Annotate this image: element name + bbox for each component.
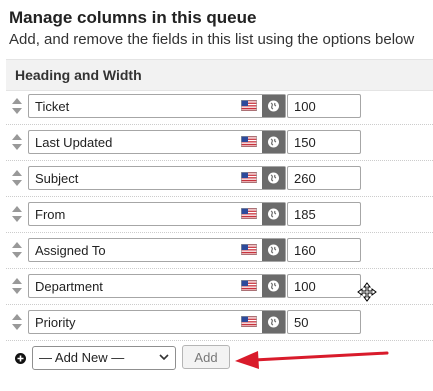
language-toggle[interactable] xyxy=(262,95,285,117)
column-width-input[interactable] xyxy=(287,274,361,298)
column-width-input[interactable] xyxy=(287,202,361,226)
language-toggle[interactable] xyxy=(262,275,285,297)
column-row-assigned-to xyxy=(6,233,433,269)
page-subtitle: Add, and remove the fields in this list … xyxy=(9,31,415,48)
globe-icon xyxy=(268,100,279,112)
column-name-input[interactable] xyxy=(29,203,235,225)
column-name-field[interactable] xyxy=(28,274,286,298)
column-width-input[interactable] xyxy=(287,310,361,334)
column-name-input[interactable] xyxy=(29,131,235,153)
column-width-input[interactable] xyxy=(287,94,361,118)
section-header: Heading and Width xyxy=(6,59,433,91)
red-arrow-icon xyxy=(235,351,389,369)
language-toggle[interactable] xyxy=(262,167,285,189)
us-flag-icon[interactable] xyxy=(241,100,257,111)
drag-handle-icon[interactable] xyxy=(12,98,22,114)
us-flag-icon[interactable] xyxy=(241,316,257,327)
add-new-select-value: — Add New — xyxy=(39,350,125,365)
column-name-field[interactable] xyxy=(28,238,286,262)
globe-icon xyxy=(268,208,279,220)
chevron-down-icon xyxy=(159,354,169,360)
plus-circle-icon[interactable] xyxy=(15,353,26,364)
column-row-last-updated xyxy=(6,125,433,161)
column-name-input[interactable] xyxy=(29,275,235,297)
column-row-subject xyxy=(6,161,433,197)
column-row-from xyxy=(6,197,433,233)
page-title: Manage columns in this queue xyxy=(9,8,257,27)
column-list xyxy=(6,89,433,341)
column-name-input[interactable] xyxy=(29,311,235,333)
globe-icon xyxy=(268,280,279,292)
drag-handle-icon[interactable] xyxy=(12,170,22,186)
column-width-input[interactable] xyxy=(287,130,361,154)
column-name-input[interactable] xyxy=(29,239,235,261)
column-name-field[interactable] xyxy=(28,202,286,226)
language-toggle[interactable] xyxy=(262,131,285,153)
us-flag-icon[interactable] xyxy=(241,208,257,219)
us-flag-icon[interactable] xyxy=(241,244,257,255)
language-toggle[interactable] xyxy=(262,239,285,261)
us-flag-icon[interactable] xyxy=(241,136,257,147)
column-name-field[interactable] xyxy=(28,94,286,118)
drag-handle-icon[interactable] xyxy=(12,278,22,294)
column-name-input[interactable] xyxy=(29,95,235,117)
globe-icon xyxy=(268,244,279,256)
drag-handle-icon[interactable] xyxy=(12,134,22,150)
column-width-input[interactable] xyxy=(287,238,361,262)
add-new-select[interactable]: — Add New — xyxy=(32,346,176,370)
column-name-field[interactable] xyxy=(28,130,286,154)
column-name-field[interactable] xyxy=(28,166,286,190)
section-title: Heading and Width xyxy=(15,67,142,83)
language-toggle[interactable] xyxy=(262,203,285,225)
column-row-priority xyxy=(6,305,433,341)
drag-handle-icon[interactable] xyxy=(12,314,22,330)
add-button[interactable]: Add xyxy=(182,345,230,369)
globe-icon xyxy=(268,316,279,328)
column-name-field[interactable] xyxy=(28,310,286,334)
column-row-ticket xyxy=(6,89,433,125)
us-flag-icon[interactable] xyxy=(241,280,257,291)
globe-icon xyxy=(268,136,279,148)
us-flag-icon[interactable] xyxy=(241,172,257,183)
move-cursor-icon xyxy=(357,282,377,302)
drag-handle-icon[interactable] xyxy=(12,242,22,258)
column-width-input[interactable] xyxy=(287,166,361,190)
language-toggle[interactable] xyxy=(262,311,285,333)
drag-handle-icon[interactable] xyxy=(12,206,22,222)
column-name-input[interactable] xyxy=(29,167,235,189)
globe-icon xyxy=(268,172,279,184)
